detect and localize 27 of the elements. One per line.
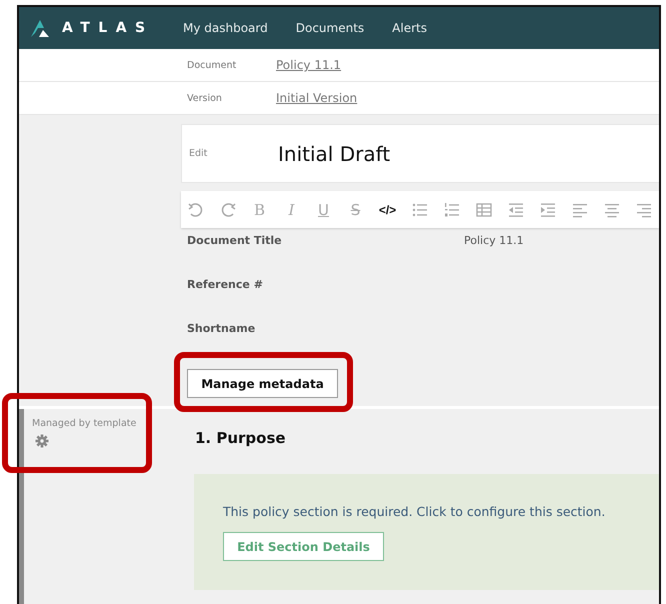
- logo-icon: [30, 18, 50, 38]
- nav-link[interactable]: Documents: [296, 21, 364, 35]
- edit-section-button[interactable]: Edit Section Details: [223, 532, 384, 561]
- field-label: Edit: [189, 148, 208, 159]
- field-label: Document: [187, 60, 238, 70]
- table-icon: [474, 200, 492, 218]
- metadata-label: Shortname: [187, 322, 256, 336]
- metadata-label: Document Title: [187, 234, 283, 248]
- nav-link[interactable]: Alerts: [392, 21, 427, 35]
- code-button[interactable]: </>: [378, 200, 397, 219]
- notice-text: This policy section is required. Click to configure this section.: [223, 504, 606, 519]
- field-label: Version: [187, 92, 223, 104]
- gear-icon: [35, 434, 49, 448]
- nav-link[interactable]: My dashboard: [183, 21, 268, 35]
- indent-icon: [538, 200, 556, 218]
- undo-icon: [186, 200, 204, 218]
- section-title: 1. Purpose: [195, 429, 287, 449]
- template-note: Managed by template: [32, 418, 138, 429]
- version-title[interactable]: Initial Draft: [278, 142, 390, 166]
- breadcrumb-link[interactable]: Initial Version: [276, 91, 358, 105]
- numbers-icon: [442, 200, 460, 218]
- metadata-value: Policy 11.1: [464, 234, 524, 248]
- brand-name: ATLAS: [62, 20, 154, 36]
- manage-metadata-button[interactable]: Manage metadata: [187, 369, 338, 398]
- breadcrumb-link[interactable]: Policy 11.1: [276, 58, 342, 72]
- outdent-icon: [506, 200, 524, 218]
- metadata-label: Reference #: [187, 278, 264, 292]
